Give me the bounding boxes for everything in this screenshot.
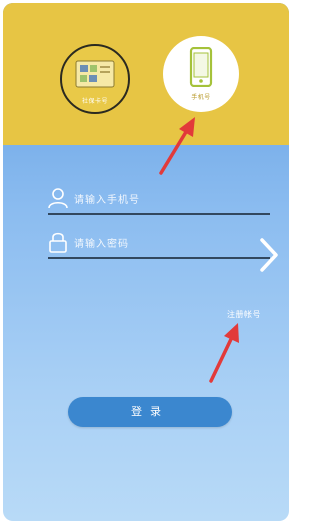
login-type-header: 社保卡号 手机号	[3, 3, 289, 145]
phone-login-label: 手机号	[191, 94, 211, 101]
phone-number-field[interactable]	[48, 185, 270, 215]
screen: 社保卡号 手机号 请输入手机号 注册帐号 登录	[0, 0, 294, 524]
phone-login-option[interactable]: 手机号	[163, 36, 239, 112]
card-login-option[interactable]: 社保卡号	[60, 44, 130, 114]
chevron-right-icon[interactable]	[259, 238, 279, 272]
annotation-arrow-icon	[209, 323, 239, 383]
card-login-label: 社保卡号	[81, 98, 108, 105]
user-icon	[48, 188, 68, 209]
phone-icon	[189, 47, 213, 87]
password-input[interactable]	[72, 234, 266, 254]
lock-icon	[49, 232, 67, 253]
card-icon	[75, 60, 115, 88]
app-frame: 社保卡号 手机号 请输入手机号 注册帐号 登录	[3, 3, 289, 521]
phone-number-input[interactable]	[72, 190, 266, 210]
register-link[interactable]: 注册帐号	[227, 309, 261, 320]
password-field[interactable]	[48, 229, 270, 259]
login-button[interactable]: 登录	[68, 397, 232, 427]
